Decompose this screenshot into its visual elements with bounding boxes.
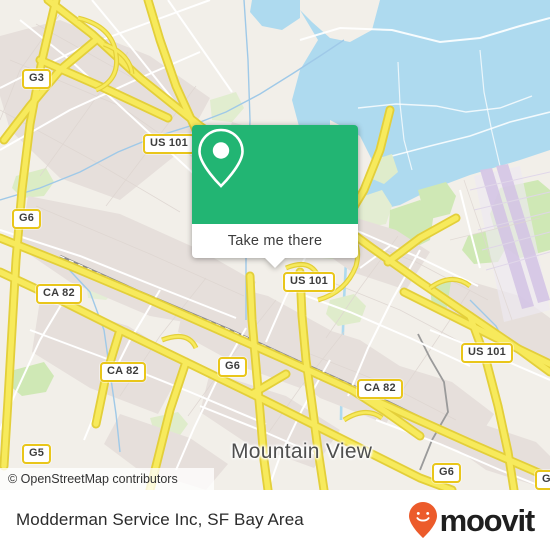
callout-header bbox=[192, 125, 358, 224]
map-canvas[interactable]: G3 US 101 G6 CA 82 US 101 CA 82 G6 CA 82… bbox=[0, 0, 550, 490]
osm-attribution[interactable]: © OpenStreetMap contributors bbox=[0, 468, 214, 490]
road-shield: CA 82 bbox=[36, 284, 82, 304]
place-title: Modderman Service Inc, SF Bay Area bbox=[16, 510, 304, 529]
location-callout[interactable]: Take me there bbox=[192, 125, 358, 268]
callout-action-bar[interactable]: Take me there bbox=[192, 224, 358, 268]
map-screenshot: G3 US 101 G6 CA 82 US 101 CA 82 G6 CA 82… bbox=[0, 0, 550, 550]
road-shield: CA 82 bbox=[357, 379, 403, 399]
road-shield: G5 bbox=[22, 444, 52, 464]
road-shield: US 101 bbox=[143, 134, 195, 154]
map-pin-icon bbox=[198, 128, 244, 188]
take-me-there-label: Take me there bbox=[227, 233, 323, 249]
road-shield: G6 bbox=[12, 209, 42, 229]
road-shield: G6 bbox=[432, 463, 462, 483]
road-shield: US 101 bbox=[461, 343, 513, 363]
osm-attribution-text: © OpenStreetMap contributors bbox=[8, 472, 178, 486]
callout-pointer bbox=[265, 258, 285, 268]
moovit-logo[interactable]: moovit bbox=[408, 501, 536, 539]
road-shield: CA 82 bbox=[100, 362, 146, 382]
road-shield: G6 bbox=[218, 357, 248, 377]
road-shield: G6 bbox=[535, 470, 550, 490]
city-label: Mountain View bbox=[231, 440, 373, 463]
road-shield: G3 bbox=[22, 69, 52, 89]
moovit-wordmark: moovit bbox=[439, 502, 536, 538]
road-shield: US 101 bbox=[283, 272, 335, 292]
moovit-pin-smiley-icon bbox=[408, 502, 437, 538]
footer-bar: Modderman Service Inc, SF Bay Area moovi… bbox=[0, 490, 550, 550]
